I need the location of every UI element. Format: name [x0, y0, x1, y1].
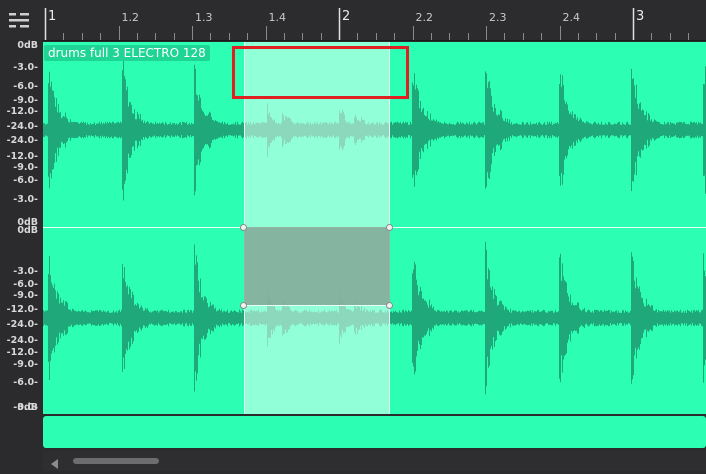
db-label: -24.0- [6, 121, 38, 132]
db-label: -24.0- [6, 319, 38, 330]
db-label: 0dB [17, 40, 38, 51]
ruler-label: 1 [48, 9, 57, 24]
envelope-handle-bottom-right[interactable] [386, 302, 393, 309]
ruler-label: 2.3 [489, 11, 507, 24]
db-label: -12.0- [6, 304, 38, 315]
db-label: -6.0- [13, 279, 38, 290]
automation-lane[interactable] [43, 416, 706, 448]
db-label: -3.0- [13, 266, 38, 277]
clip-title[interactable]: drums full 3 ELECTRO 128 [44, 45, 210, 61]
triangle-left-icon[interactable] [49, 455, 61, 469]
db-label: -6.0- [13, 175, 38, 186]
db-label: -12.0- [6, 347, 38, 358]
db-label: -6.0- [13, 81, 38, 92]
envelope-handle-top-right[interactable] [386, 224, 393, 231]
timeline-ruler[interactable]: 1 1.2 1.3 1.4 2 2.2 2.3 2.4 3 [0, 0, 706, 41]
db-label: -12.0- [6, 151, 38, 162]
ruler-label: 2 [342, 9, 351, 24]
scroll-thumb[interactable] [73, 458, 159, 464]
highlight-annotation [232, 46, 409, 99]
horizontal-scrollbar[interactable] [43, 451, 706, 471]
gain-envelope-region[interactable] [244, 227, 390, 306]
ruler-label: 3 [636, 9, 645, 24]
db-label: -6.0- [13, 377, 38, 388]
db-label: 0dB [17, 225, 38, 236]
db-label: -9.0- [13, 162, 38, 173]
ruler-ticks [44, 8, 689, 40]
ruler-label: 1.2 [121, 11, 140, 24]
db-label: -24.0- [6, 335, 38, 346]
envelope-handle-bottom-left[interactable] [240, 302, 247, 309]
db-label: 0dB [17, 402, 38, 413]
ruler-label: 2.2 [415, 11, 434, 24]
ruler-label: 2.4 [562, 11, 581, 24]
db-label: -3.0- [13, 62, 38, 73]
db-label: -9.0- [13, 290, 38, 301]
db-label: -12.0- [6, 106, 38, 117]
db-label: -24.0- [6, 135, 38, 146]
db-scale: 0dB -3.0- -6.0- -9.0- -12.0- -24.0- -24.0- -12.… [0, 40, 42, 414]
ruler-label: 1.4 [268, 11, 287, 24]
ruler-label: 1.3 [195, 11, 213, 24]
envelope-handle-top-left[interactable] [240, 224, 247, 231]
db-label: -3.0- [13, 194, 38, 205]
db-label: -9.0- [13, 359, 38, 370]
db-label: -9.0- [13, 95, 38, 106]
